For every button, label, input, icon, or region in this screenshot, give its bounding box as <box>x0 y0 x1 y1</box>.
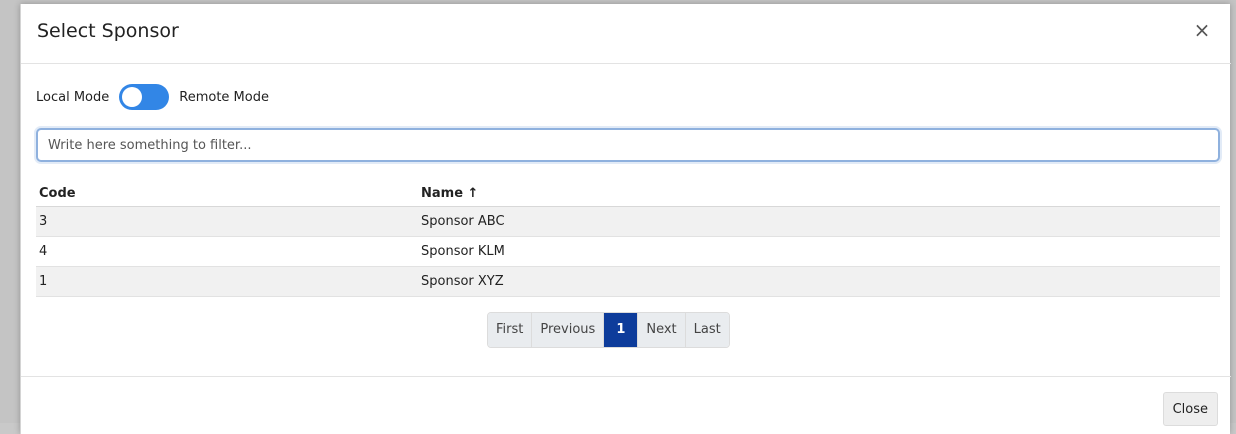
page-next-button[interactable]: Next <box>638 313 686 347</box>
close-button[interactable]: Close <box>1162 392 1218 426</box>
table-header-row: Code Name ↑ <box>36 180 1220 207</box>
pagination: First Previous 1 Next Last <box>487 312 730 348</box>
select-sponsor-dialog: Select Sponsor × Local Mode Remote Mode … <box>20 4 1231 434</box>
dialog-header: Select Sponsor × <box>21 4 1231 64</box>
table-row[interactable]: 4 Sponsor KLM <box>36 236 1220 267</box>
close-icon[interactable]: × <box>1191 18 1213 42</box>
page-current-button[interactable]: 1 <box>604 313 639 347</box>
toggle-knob <box>122 87 143 107</box>
page-first-button[interactable]: First <box>488 313 533 347</box>
cell-code: 4 <box>36 236 418 267</box>
page-last-button[interactable]: Last <box>685 313 729 347</box>
remote-mode-label: Remote Mode <box>179 89 269 105</box>
mode-toggle-row: Local Mode Remote Mode <box>36 84 269 110</box>
cell-code: 3 <box>36 206 418 237</box>
table-row[interactable]: 3 Sponsor ABC <box>36 206 1220 237</box>
cell-code: 1 <box>36 266 418 297</box>
column-header-name[interactable]: Name ↑ <box>418 180 1220 207</box>
mode-toggle-switch[interactable] <box>119 84 170 110</box>
cell-name: Sponsor XYZ <box>418 266 1220 297</box>
filter-input[interactable] <box>36 128 1220 162</box>
dialog-title: Select Sponsor <box>37 20 179 42</box>
table-row[interactable]: 1 Sponsor XYZ <box>36 266 1220 297</box>
cell-name: Sponsor ABC <box>418 206 1220 237</box>
footer-divider <box>21 376 1231 377</box>
local-mode-label: Local Mode <box>36 89 110 105</box>
sponsor-table: Code Name ↑ 3 Sponsor ABC 4 Sponsor KLM … <box>36 180 1220 297</box>
page-previous-button[interactable]: Previous <box>532 313 605 347</box>
column-header-code[interactable]: Code <box>36 180 418 207</box>
cell-name: Sponsor KLM <box>418 236 1220 267</box>
